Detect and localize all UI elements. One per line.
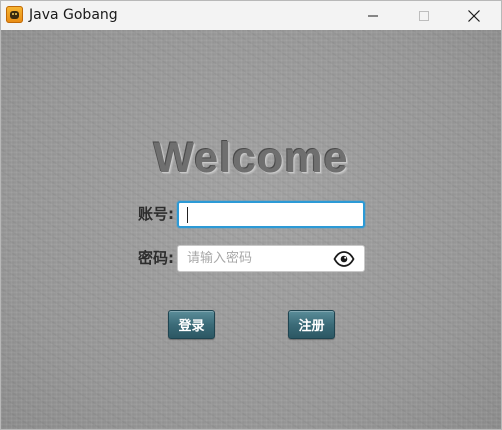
- minimize-button[interactable]: [350, 1, 396, 30]
- account-input[interactable]: [177, 201, 365, 228]
- password-placeholder: 请输入密码: [187, 251, 253, 266]
- app-window: Java Gobang Welcome 账号: 密码: 请输入密码 登录 注册: [0, 0, 502, 430]
- close-icon: [468, 9, 480, 22]
- close-button[interactable]: [451, 1, 497, 30]
- login-button[interactable]: 登录: [168, 310, 215, 339]
- title-bar[interactable]: Java Gobang: [1, 1, 501, 30]
- account-label: 账号:: [138, 205, 174, 223]
- password-input[interactable]: 请输入密码: [177, 245, 365, 272]
- password-label: 密码:: [138, 249, 174, 267]
- minimize-icon: [368, 15, 378, 16]
- window-title: Java Gobang: [29, 7, 118, 23]
- maximize-icon: [419, 10, 429, 21]
- eye-icon[interactable]: [333, 251, 355, 267]
- login-panel: Welcome 账号: 密码: 请输入密码 登录 注册: [1, 30, 501, 429]
- text-caret: [187, 207, 188, 223]
- gobang-app-icon: [6, 6, 23, 23]
- welcome-heading: Welcome: [153, 134, 349, 182]
- maximize-button[interactable]: [401, 1, 447, 30]
- register-button[interactable]: 注册: [288, 310, 335, 339]
